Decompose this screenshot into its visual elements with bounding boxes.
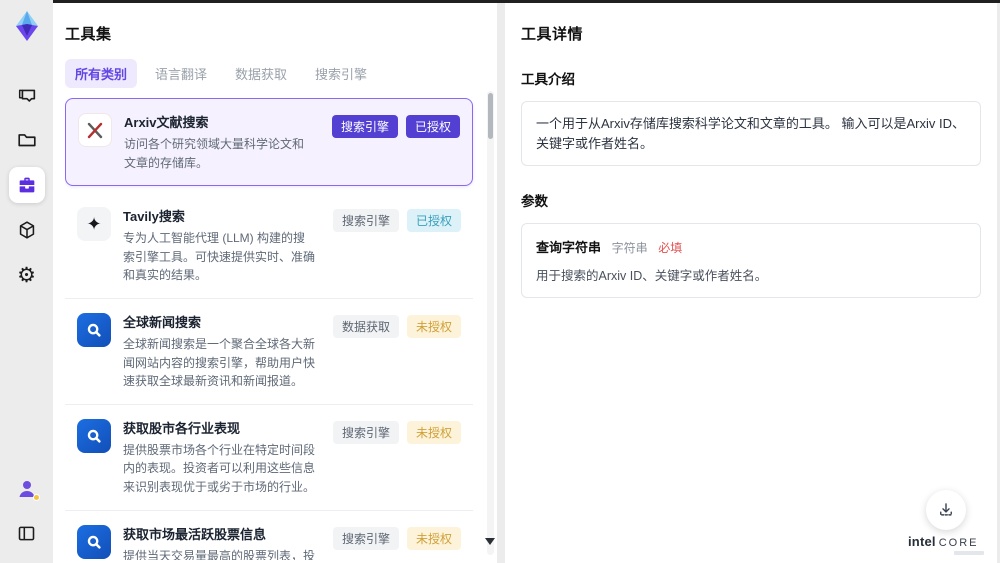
category-badge: 搜索引擎 [331, 115, 398, 138]
toolset-panel: 工具集 所有类别 语言翻译 数据获取 搜索引擎 Arxiv文献搜索 访问各个研究… [53, 3, 497, 563]
list-scrollbar[interactable] [487, 91, 494, 555]
category-badge: 搜索引擎 [332, 209, 399, 233]
auth-badge: 已授权 [406, 209, 461, 233]
sidebar-item-models[interactable] [9, 212, 45, 248]
tab-data-acquisition[interactable]: 数据获取 [225, 59, 297, 88]
tool-list: Arxiv文献搜索 访问各个研究领域大量科学论文和文章的存储库。 搜索引擎 已授… [65, 98, 485, 560]
tool-info: Arxiv文献搜索 访问各个研究领域大量科学论文和文章的存储库。 [124, 112, 320, 172]
param-box: 查询字符串 字符串 必填 用于搜索的Arxiv ID、关键字或作者姓名。 [521, 223, 981, 298]
tab-language-translation[interactable]: 语言翻译 [145, 59, 217, 88]
tool-tags: 数据获取 未授权 [332, 314, 461, 338]
intro-heading: 工具介绍 [521, 72, 575, 87]
tool-info: 全球新闻搜索 全球新闻搜索是一个聚合全球各大新闻网站内容的搜索引擎，帮助用户快速… [123, 312, 321, 391]
sidebar-nav: ⚙ [8, 77, 45, 293]
download-button[interactable] [926, 490, 966, 530]
cube-icon [16, 219, 38, 241]
param-header: 查询字符串 字符串 必填 [536, 237, 966, 256]
tab-search-engine[interactable]: 搜索引擎 [305, 59, 377, 88]
floating-corner: intel CORE [908, 490, 984, 555]
sidebar-item-toolbox[interactable] [8, 167, 45, 203]
auth-badge: 未授权 [406, 420, 461, 444]
tavily-logo-icon: ✦ [77, 207, 111, 242]
app-window: ⚙ 工具集 所有类别 语言翻译 数据获取 搜索引擎 Arxiv文献搜索 访问各个… [0, 0, 1000, 563]
tool-description: 提供当天交易量最高的股票列表，投资者可以利用这些信息来识别流动性强的股票和潜在的… [123, 548, 316, 560]
param-name: 查询字符串 [536, 240, 602, 255]
tool-tags: 搜索引擎 未授权 [332, 420, 461, 444]
core-wordmark: CORE [938, 537, 979, 549]
category-badge: 搜索引擎 [332, 420, 399, 444]
tool-detail-panel: 工具详情 工具介绍 一个用于从Arxiv存储库搜索科学论文和文章的工具。 输入可… [505, 3, 997, 563]
sidebar-item-collapse[interactable] [9, 515, 45, 551]
gear-icon: ⚙ [17, 262, 36, 287]
category-badge: 搜索引擎 [332, 526, 399, 550]
tool-name: 获取市场最活跃股票信息 [123, 526, 267, 542]
tool-tags: 搜索引擎 已授权 [332, 209, 461, 233]
main-content: 工具集 所有类别 语言翻译 数据获取 搜索引擎 Arxiv文献搜索 访问各个研究… [53, 3, 1000, 563]
param-type: 字符串 [611, 241, 648, 255]
tool-description: 专为人工智能代理 (LLM) 构建的搜索引擎工具。可快速提供实时、准确和真实的结… [123, 231, 316, 283]
app-logo-gem-icon [10, 9, 44, 43]
panel-toggle-icon [16, 523, 37, 544]
sidebar-item-settings[interactable]: ⚙ [9, 257, 45, 293]
auth-badge: 未授权 [406, 526, 461, 550]
tool-name: 全球新闻搜索 [123, 314, 202, 330]
status-dot [32, 494, 40, 501]
param-description: 用于搜索的Arxiv ID、关键字或作者姓名。 [536, 269, 768, 283]
scrollbar-thumb[interactable] [488, 93, 493, 139]
sidebar-item-account[interactable] [9, 471, 45, 507]
auth-badge: 已授权 [405, 115, 460, 138]
param-required-badge: 必填 [658, 241, 683, 255]
sidebar-item-files[interactable] [9, 122, 45, 158]
arxiv-logo-icon [78, 113, 112, 147]
download-icon [937, 501, 955, 519]
scroll-down-arrow-icon[interactable] [485, 538, 495, 545]
tool-tags: 搜索引擎 未授权 [332, 526, 461, 550]
auth-badge: 未授权 [406, 314, 461, 338]
sidebar: ⚙ [0, 0, 53, 563]
intel-wordmark: intel [908, 534, 936, 549]
tool-card-tavily[interactable]: ✦ Tavily搜索 专为人工智能代理 (LLM) 构建的搜索引擎工具。可快速提… [65, 193, 473, 299]
chat-icon [16, 84, 38, 106]
params-heading: 参数 [521, 194, 548, 209]
intro-text: 一个用于从Arxiv存储库搜索科学论文和文章的工具。 输入可以是Arxiv ID… [536, 116, 966, 151]
tool-description: 提供股票市场各个行业在特定时间段内的表现。投资者可以利用这些信息来识别表现优于或… [123, 442, 316, 494]
tool-description: 访问各个研究领域大量科学论文和文章的存储库。 [124, 137, 305, 170]
news-search-logo-icon [77, 418, 111, 453]
folder-icon [16, 129, 38, 151]
tool-name: Tavily搜索 [123, 209, 185, 225]
intel-core-logo: intel CORE [908, 535, 984, 555]
news-search-logo-icon [77, 312, 111, 347]
tool-info: 获取市场最活跃股票信息 提供当天交易量最高的股票列表，投资者可以利用这些信息来识… [123, 524, 321, 560]
tool-name: Arxiv文献搜索 [124, 115, 209, 130]
toolbox-icon [16, 174, 38, 196]
detail-title: 工具详情 [521, 26, 584, 43]
sidebar-bottom [9, 471, 45, 551]
tool-card-sector-performance[interactable]: 获取股市各行业表现 提供股票市场各个行业在特定时间段内的表现。投资者可以利用这些… [65, 404, 473, 511]
intro-box: 一个用于从Arxiv存储库搜索科学论文和文章的工具。 输入可以是Arxiv ID… [521, 101, 981, 166]
tool-info: 获取股市各行业表现 提供股票市场各个行业在特定时间段内的表现。投资者可以利用这些… [123, 418, 321, 497]
tool-tags: 搜索引擎 已授权 [331, 115, 460, 138]
sidebar-item-chat[interactable] [9, 77, 45, 113]
category-badge: 数据获取 [332, 314, 399, 338]
tool-card-active-stocks[interactable]: 获取市场最活跃股票信息 提供当天交易量最高的股票列表，投资者可以利用这些信息来识… [65, 510, 473, 560]
news-search-logo-icon [77, 524, 111, 559]
category-tabs: 所有类别 语言翻译 数据获取 搜索引擎 [65, 59, 485, 88]
tab-all-categories[interactable]: 所有类别 [65, 59, 138, 88]
tool-card-arxiv[interactable]: Arxiv文献搜索 访问各个研究领域大量科学论文和文章的存储库。 搜索引擎 已授… [65, 98, 473, 187]
window-top-edge [53, 0, 1000, 3]
tool-card-global-news[interactable]: 全球新闻搜索 全球新闻搜索是一个聚合全球各大新闻网站内容的搜索引擎，帮助用户快速… [65, 298, 473, 405]
tool-name: 获取股市各行业表现 [123, 420, 241, 436]
intel-logo-underline [954, 551, 984, 555]
tool-description: 全球新闻搜索是一个聚合全球各大新闻网站内容的搜索引擎，帮助用户快速获取全球最新资… [123, 336, 316, 389]
toolset-title: 工具集 [65, 26, 112, 43]
user-avatar-icon [15, 477, 40, 501]
tool-info: Tavily搜索 专为人工智能代理 (LLM) 构建的搜索引擎工具。可快速提供实… [123, 206, 321, 285]
